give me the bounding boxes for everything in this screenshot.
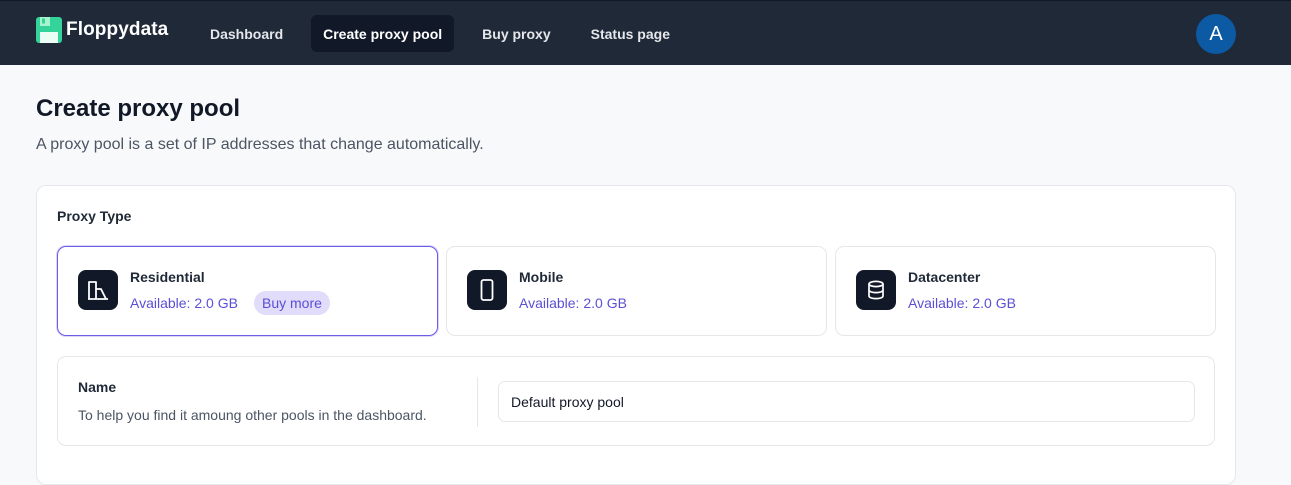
proxy-type-availability: Available: 2.0 GB bbox=[130, 295, 238, 311]
nav-dashboard[interactable]: Dashboard bbox=[198, 15, 295, 52]
proxy-type-mobile[interactable]: Mobile Available: 2.0 GB bbox=[446, 246, 827, 336]
mobile-phone-icon bbox=[467, 270, 507, 310]
residential-building-icon bbox=[78, 270, 118, 310]
proxy-type-title: Residential bbox=[130, 269, 205, 285]
create-pool-form-card: Proxy Type Residential Available: 2.0 GB… bbox=[36, 185, 1236, 485]
user-avatar[interactable]: A bbox=[1196, 14, 1236, 54]
divider bbox=[477, 377, 478, 427]
proxy-type-availability: Available: 2.0 GB bbox=[908, 295, 1016, 311]
proxy-type-residential[interactable]: Residential Available: 2.0 GB Buy more bbox=[57, 246, 438, 336]
database-icon bbox=[856, 270, 896, 310]
floppy-disk-icon bbox=[36, 17, 62, 43]
brand-logo-link[interactable]: Floppydata bbox=[36, 16, 168, 44]
pool-name-row: Name To help you find it amoung other po… bbox=[57, 356, 1215, 446]
proxy-type-availability: Available: 2.0 GB bbox=[519, 295, 627, 311]
nav-create-proxy-pool[interactable]: Create proxy pool bbox=[311, 15, 455, 52]
page-subtitle: A proxy pool is a set of IP addresses th… bbox=[36, 136, 484, 153]
proxy-type-label: Proxy Type bbox=[57, 208, 132, 224]
proxy-type-datacenter[interactable]: Datacenter Available: 2.0 GB bbox=[835, 246, 1216, 336]
nav-status-page[interactable]: Status page bbox=[579, 15, 682, 52]
page-title: Create proxy pool bbox=[36, 95, 241, 122]
name-label: Name bbox=[78, 379, 117, 395]
top-navigation-bar: Floppydata Dashboard Create proxy pool B… bbox=[0, 0, 1291, 65]
brand-name: Floppydata bbox=[66, 19, 169, 40]
pool-name-input[interactable] bbox=[498, 381, 1195, 422]
nav-buy-proxy[interactable]: Buy proxy bbox=[470, 15, 562, 52]
main-nav: Dashboard Create proxy pool Buy proxy St… bbox=[198, 15, 698, 52]
proxy-type-title: Mobile bbox=[519, 269, 564, 285]
name-help-text: To help you find it amoung other pools i… bbox=[78, 407, 427, 423]
buy-more-button[interactable]: Buy more bbox=[254, 291, 330, 315]
proxy-type-title: Datacenter bbox=[908, 269, 981, 285]
